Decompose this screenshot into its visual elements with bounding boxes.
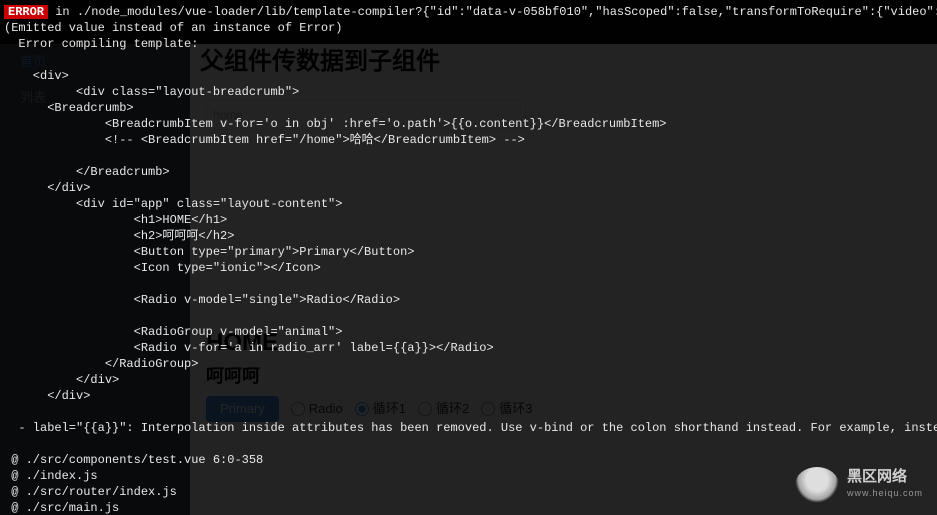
error-emitted-line: (Emitted value instead of an instance of… bbox=[4, 21, 342, 35]
error-stack: @ ./src/components/test.vue 6:0-358 @ ./… bbox=[4, 453, 299, 515]
error-badge: ERROR bbox=[4, 5, 48, 19]
watermark-icon bbox=[795, 467, 839, 503]
template-source: <div> <div class="layout-breadcrumb"> <B… bbox=[4, 69, 667, 403]
webpack-error-overlay: ERROR in ./node_modules/vue-loader/lib/t… bbox=[0, 0, 937, 515]
error-compiling-line: Error compiling template: bbox=[4, 37, 198, 51]
watermark-title: 黑区网络 bbox=[847, 469, 923, 485]
error-in-line: in ./node_modules/vue-loader/lib/templat… bbox=[48, 5, 937, 19]
watermark: 黑区网络 www.heiqu.com bbox=[795, 467, 923, 503]
error-detail: - label="{{a}}": Interpolation inside at… bbox=[4, 421, 937, 435]
watermark-url: www.heiqu.com bbox=[847, 485, 923, 501]
